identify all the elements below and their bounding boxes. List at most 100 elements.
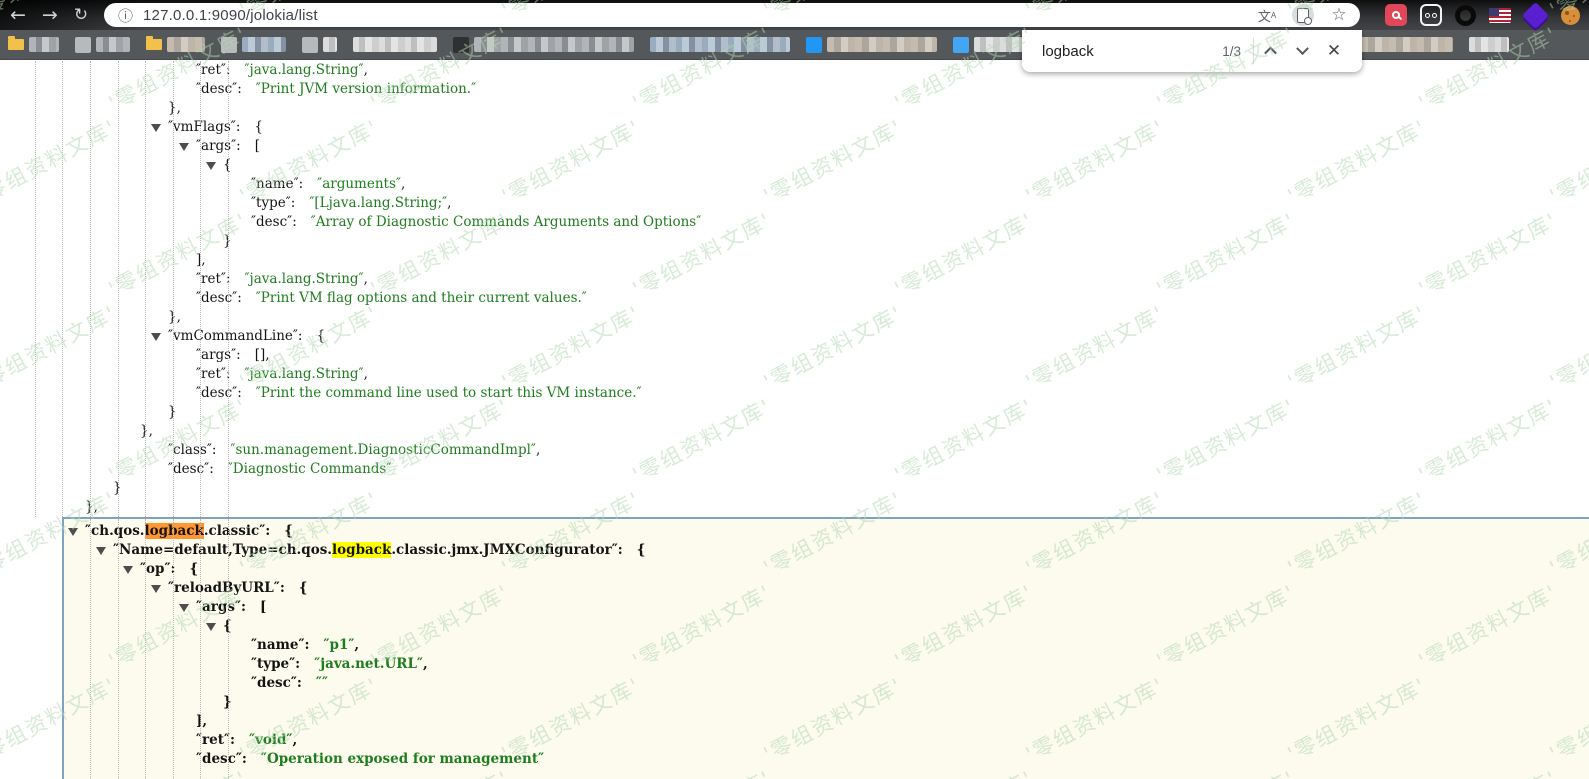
expand-triangle-icon[interactable] xyxy=(206,162,216,170)
json-line: ″class″: ″sun.management.DiagnosticComman… xyxy=(0,441,1589,460)
json-line: }, xyxy=(0,99,1589,118)
bookmark-item[interactable] xyxy=(453,36,634,53)
json-token: ″class″: xyxy=(168,442,217,458)
json-token: { xyxy=(316,328,326,344)
page-info-icon[interactable]: ⓘ xyxy=(118,5,133,26)
expand-triangle-icon[interactable] xyxy=(206,623,216,631)
bookmark-folder-icon xyxy=(146,36,162,50)
json-token: ″ret″: xyxy=(196,62,231,78)
find-next-button[interactable] xyxy=(1286,35,1318,67)
json-line: { xyxy=(0,156,1589,175)
bookmark-blurred-label xyxy=(827,37,937,52)
indent-guide xyxy=(90,519,91,779)
expand-triangle-icon[interactable] xyxy=(151,333,161,341)
json-token: ″type″: xyxy=(251,656,301,672)
json-token: ″desc″: xyxy=(196,81,242,97)
us-flag-extension-icon[interactable] xyxy=(1489,4,1511,26)
expand-triangle-icon[interactable] xyxy=(68,528,78,536)
ring-extension-icon[interactable] xyxy=(1455,4,1476,26)
json-token: , xyxy=(363,366,368,382)
bookmark-item[interactable] xyxy=(146,36,205,52)
indent-guide xyxy=(145,61,146,517)
find-match: logback xyxy=(332,542,392,558)
indent-guide xyxy=(200,519,201,779)
bookmark-star-icon[interactable]: ☆ xyxy=(1328,4,1350,26)
expand-triangle-icon[interactable] xyxy=(151,585,161,593)
bookmark-blurred-label xyxy=(167,37,205,52)
chevron-up-icon xyxy=(1263,46,1277,59)
red-search-extension-icon[interactable] xyxy=(1385,4,1407,26)
forward-button[interactable]: → xyxy=(42,5,58,25)
expand-triangle-icon[interactable] xyxy=(179,143,189,151)
purple-layers-extension-icon[interactable] xyxy=(1521,1,1549,29)
bookmark-item[interactable] xyxy=(353,37,437,52)
url-text[interactable]: 127.0.0.1:9090/jolokia/list xyxy=(143,7,318,24)
cookie-extension-icon[interactable] xyxy=(1559,4,1581,26)
reload-button[interactable]: ↻ xyxy=(74,6,88,24)
find-input[interactable]: logback xyxy=(1042,43,1162,60)
indent-guide xyxy=(228,61,229,517)
find-match-counter: 1/3 xyxy=(1222,43,1241,59)
bookmark-favicon xyxy=(806,36,822,53)
address-bar[interactable]: ⓘ 127.0.0.1:9090/jolokia/list 文A ☆ xyxy=(104,3,1360,27)
bookmark-item[interactable] xyxy=(302,36,337,53)
find-close-button[interactable]: ✕ xyxy=(1318,35,1350,67)
page-content: ″ret″: ″java.lang.String″, ″desc″: ″Print J… xyxy=(0,61,1589,779)
json-token: }, xyxy=(85,499,98,515)
oo-extension-icon[interactable] xyxy=(1420,4,1442,26)
expand-triangle-icon[interactable] xyxy=(96,547,106,555)
json-line: } xyxy=(0,232,1589,251)
json-token: { xyxy=(254,119,263,135)
chevron-down-icon xyxy=(1295,41,1309,55)
json-token: ″name″: xyxy=(251,176,304,192)
json-string-value: ″sun.management.DiagnosticCommandImpl″ xyxy=(230,442,536,458)
json-string-value: ″java.net.URL″ xyxy=(314,656,423,672)
json-token: ″vmFlags″: xyxy=(168,119,241,135)
json-line: ″ch.qos.logback.classic″: { xyxy=(64,522,1589,541)
bookmark-item[interactable] xyxy=(8,36,59,52)
json-token: ″name″: xyxy=(251,637,310,653)
bookmark-item[interactable] xyxy=(221,36,286,53)
json-line: ″desc″: ″Print the command line used to s… xyxy=(0,384,1589,403)
json-token: ″desc″: xyxy=(196,385,242,401)
json-line: ″vmCommandLine″: { xyxy=(0,327,1589,346)
json-token: ″desc″: xyxy=(196,290,242,306)
json-line: }, xyxy=(0,308,1589,327)
json-token: , xyxy=(535,442,541,458)
find-match-active: logback xyxy=(144,523,204,539)
json-token: { xyxy=(636,542,646,558)
bookmark-favicon xyxy=(75,36,91,53)
json-token: , xyxy=(400,176,406,192)
bookmark-item[interactable] xyxy=(1469,37,1509,52)
bookmark-item[interactable] xyxy=(75,36,130,53)
bookmark-blurred-label xyxy=(353,37,437,52)
bookmark-favicon xyxy=(453,36,469,53)
json-token: ″desc″: xyxy=(168,461,214,477)
json-line: ″args″: [ xyxy=(0,137,1589,156)
json-string-value: ″Diagnostic Commands″ xyxy=(227,461,392,477)
expand-triangle-icon[interactable] xyxy=(151,124,161,132)
back-button[interactable]: ← xyxy=(10,5,26,25)
json-string-value: ″java.lang.String″ xyxy=(244,366,364,382)
json-token: ″desc″: xyxy=(251,675,302,691)
bookmark-favicon xyxy=(953,36,969,53)
json-token: , xyxy=(447,195,452,211)
json-string-value: ″Print VM flag options and their current… xyxy=(255,290,587,306)
expand-triangle-icon[interactable] xyxy=(179,604,189,612)
bookmark-item[interactable] xyxy=(806,36,937,53)
translate-icon[interactable]: 文A xyxy=(1256,4,1278,26)
json-token: { xyxy=(189,561,199,577)
bookmark-item[interactable] xyxy=(650,37,790,52)
bookmark-blurred-label xyxy=(323,37,337,52)
json-line: { xyxy=(64,617,1589,636)
json-line: ″ret″: ″java.lang.String″, xyxy=(0,365,1589,384)
find-previous-button[interactable] xyxy=(1254,35,1286,67)
json-token: , xyxy=(422,656,428,672)
json-line: }, xyxy=(0,422,1589,441)
find-extension-icon[interactable] xyxy=(1292,4,1314,26)
indent-guide xyxy=(173,519,174,779)
expand-triangle-icon[interactable] xyxy=(123,566,133,574)
json-string-value: ″″ xyxy=(315,675,328,691)
json-token: ″desc″: xyxy=(196,751,247,767)
indent-guide xyxy=(62,61,63,517)
